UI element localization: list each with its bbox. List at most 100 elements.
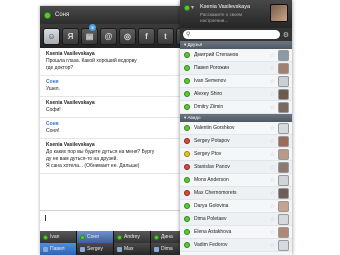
contact-row[interactable]: Dmitry Ziimin ☆ bbox=[180, 101, 292, 114]
status-icon bbox=[184, 138, 190, 144]
chevron-down-icon: ▾ bbox=[191, 5, 195, 11]
star-icon[interactable]: ☆ bbox=[270, 78, 275, 85]
contact-row[interactable]: Sergey Ptov ☆ bbox=[180, 148, 292, 161]
contact-name: Mons Anderson bbox=[194, 177, 229, 183]
star-icon[interactable]: ☆ bbox=[270, 216, 275, 223]
contact-avatar bbox=[278, 175, 289, 186]
star-icon[interactable]: ☆ bbox=[270, 65, 275, 72]
contact-avatar bbox=[278, 63, 289, 74]
text-caret bbox=[45, 215, 46, 221]
online-status-icon bbox=[154, 234, 159, 240]
star-icon[interactable]: ☆ bbox=[270, 104, 275, 111]
files-icon[interactable]: ▤ 5 bbox=[81, 23, 98, 45]
contact-list-window: ▾ Ksenia Vasilevskaya Расскажите о своем… bbox=[180, 0, 292, 255]
search-icon: ⚲ bbox=[186, 32, 191, 38]
contact-row[interactable]: Mons Anderson ☆ bbox=[180, 174, 292, 187]
contact-row[interactable]: Dima Poletaev ☆ bbox=[180, 213, 292, 226]
gear-icon[interactable]: ⚙ bbox=[283, 31, 289, 39]
contact-avatar bbox=[278, 214, 289, 225]
contact-row[interactable]: Sergey Potapov ☆ bbox=[180, 135, 292, 148]
online-status-icon bbox=[117, 234, 122, 240]
search-input[interactable]: ⚲ bbox=[183, 30, 280, 39]
status-icon bbox=[184, 177, 190, 183]
star-icon[interactable]: ☆ bbox=[270, 91, 275, 98]
contact-avatar bbox=[278, 162, 289, 173]
contact-avatar bbox=[278, 76, 289, 87]
chat-tab[interactable]: Ivan bbox=[40, 231, 77, 243]
twitter-icon[interactable]: t bbox=[157, 27, 174, 45]
smiley-icon[interactable]: ☺ bbox=[43, 27, 60, 45]
status-icon bbox=[184, 125, 190, 131]
contact-row[interactable]: Darya Golovina ☆ bbox=[180, 200, 292, 213]
star-icon[interactable]: ☆ bbox=[270, 164, 275, 171]
facebook-icon[interactable]: f bbox=[138, 27, 155, 45]
status-icon bbox=[184, 91, 190, 97]
chat-tab[interactable]: Соня bbox=[77, 231, 114, 243]
contact-name: Dima Poletaev bbox=[194, 216, 227, 222]
chat-tab[interactable]: Max bbox=[114, 243, 151, 255]
star-icon[interactable]: ☆ bbox=[270, 151, 275, 158]
contact-list: Дмитрий Степанов ☆ Павел Рогожин ☆ Ivan Seme… bbox=[180, 49, 292, 114]
contact-name: Павел Рогожин bbox=[194, 65, 230, 71]
star-icon[interactable]: ☆ bbox=[270, 203, 275, 210]
contact-row[interactable]: Valentin Gorshkov ☆ bbox=[180, 122, 292, 135]
star-icon[interactable]: ☆ bbox=[270, 229, 275, 236]
contact-avatar bbox=[278, 102, 289, 113]
contact-row[interactable]: Vadim Fedorov ☆ bbox=[180, 239, 292, 252]
contact-list: Valentin Gorshkov ☆ Sergey Potapov ☆ Sergey … bbox=[180, 122, 292, 252]
status-icon bbox=[184, 78, 190, 84]
contact-row[interactable]: Дмитрий Степанов ☆ bbox=[180, 49, 292, 62]
contact-avatar bbox=[278, 149, 289, 160]
contact-row[interactable]: Ivan Semenov ☆ bbox=[180, 75, 292, 88]
contact-icon bbox=[117, 246, 122, 252]
user-avatar[interactable] bbox=[270, 4, 288, 22]
yandex-icon[interactable]: Я bbox=[62, 27, 79, 45]
mail-icon[interactable]: @ bbox=[100, 27, 117, 45]
star-icon[interactable]: ☆ bbox=[270, 52, 275, 59]
status-icon bbox=[184, 164, 190, 170]
contact-name: Max Chernomorets bbox=[194, 190, 237, 196]
status-icon bbox=[184, 190, 190, 196]
status-message[interactable]: Расскажите о своем настроении... bbox=[200, 12, 266, 24]
star-icon[interactable]: ☆ bbox=[270, 177, 275, 184]
chat-tab-label: Max bbox=[124, 246, 134, 252]
contact-name: Ivan Semenov bbox=[194, 78, 226, 84]
chat-tab[interactable]: Sergey bbox=[77, 243, 114, 255]
status-selector[interactable]: ▾ bbox=[184, 4, 194, 11]
user-name[interactable]: Ksenia Vasilevskaya bbox=[200, 4, 250, 10]
star-icon[interactable]: ☆ bbox=[270, 125, 275, 132]
roster-search-bar: ⚲ ⚙ bbox=[180, 28, 292, 41]
contact-avatar bbox=[278, 188, 289, 199]
contact-row[interactable]: Stanislav Panov ☆ bbox=[180, 161, 292, 174]
contact-row[interactable]: Max Chernomorets ☆ bbox=[180, 187, 292, 200]
contact-name: Dmitry Ziimin bbox=[194, 104, 224, 110]
contact-avatar bbox=[278, 89, 289, 100]
chat-tab-label: Sergey bbox=[87, 246, 103, 252]
online-status-icon bbox=[184, 4, 190, 11]
contact-row[interactable]: Alexey Shiro ☆ bbox=[180, 88, 292, 101]
contact-name: Elena Astakhova bbox=[194, 229, 232, 235]
group-header[interactable]: ▾ Друзья bbox=[180, 41, 292, 49]
online-status-icon bbox=[80, 234, 85, 240]
chat-tab-label: Ivan bbox=[50, 234, 60, 240]
status-icon bbox=[184, 52, 190, 58]
contact-row[interactable]: Павел Рогожин ☆ bbox=[180, 62, 292, 75]
star-icon[interactable]: ☆ bbox=[270, 242, 275, 249]
contact-avatar bbox=[278, 201, 289, 212]
status-icon bbox=[184, 104, 190, 110]
star-icon[interactable]: ☆ bbox=[270, 190, 275, 197]
chat-tab[interactable]: Andrey bbox=[114, 231, 151, 243]
chat-tab[interactable]: Павел bbox=[40, 243, 77, 255]
online-status-icon bbox=[43, 234, 48, 240]
vk-icon[interactable]: ◎ bbox=[119, 27, 136, 45]
status-icon bbox=[184, 203, 190, 209]
status-icon bbox=[184, 65, 190, 71]
star-icon[interactable]: ☆ bbox=[270, 138, 275, 145]
group-header[interactable]: ▾ Авидо bbox=[180, 114, 292, 122]
contact-groups: ▾ Друзья Дмитрий Степанов ☆ Павел Рогожин ☆ I… bbox=[180, 41, 292, 252]
contact-row[interactable]: Elena Astakhova ☆ bbox=[180, 226, 292, 239]
status-icon bbox=[184, 229, 190, 235]
contact-icon bbox=[80, 246, 85, 252]
contact-name: Sergey Ptov bbox=[194, 151, 222, 157]
contact-name: Stanislav Panov bbox=[194, 164, 230, 170]
